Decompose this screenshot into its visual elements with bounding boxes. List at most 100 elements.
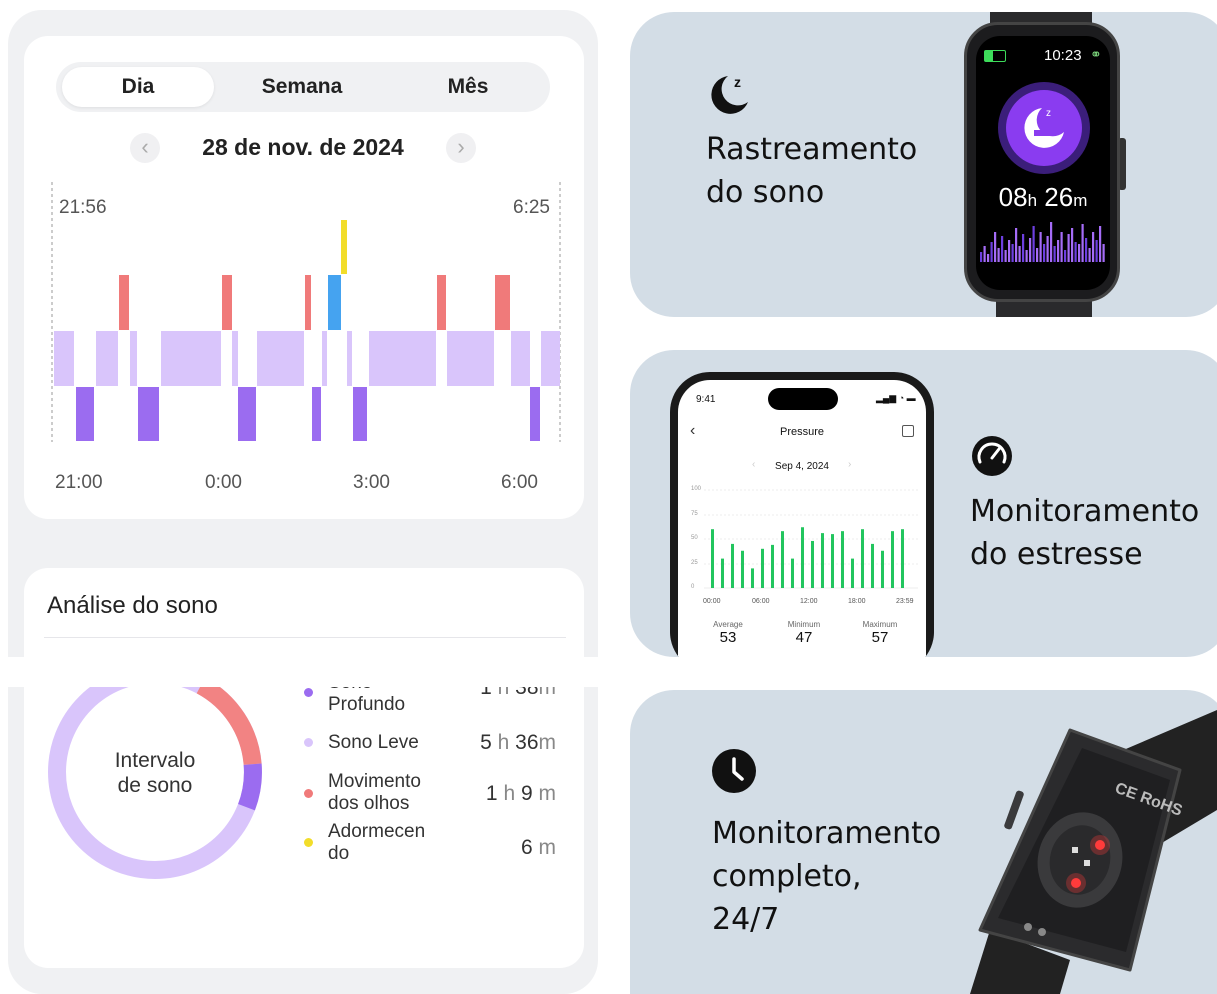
- phone-status-time: 9:41: [696, 394, 716, 405]
- deep-sleep-block: [353, 387, 367, 441]
- dynamic-island: [768, 388, 838, 410]
- light-sleep-block: [96, 331, 118, 386]
- watch-graph-bar: [1008, 240, 1011, 262]
- deep-sleep-block: [312, 387, 321, 441]
- rem-block: [495, 275, 510, 330]
- watch-graph-bar: [1102, 244, 1105, 262]
- rem-block: [222, 275, 232, 330]
- sleep-start-time: 21:56: [59, 197, 107, 218]
- light-sleep-block: [541, 331, 560, 386]
- watch-graph-bar: [1088, 248, 1091, 262]
- stage-bars: [54, 220, 560, 441]
- light-sleep-block: [447, 331, 494, 386]
- legend-label-light: Sono Leve: [328, 732, 419, 754]
- feature-title-line: Monitoramento: [970, 494, 1200, 529]
- stat-value: 47: [795, 629, 813, 646]
- feature-title-line: Monitoramento: [712, 816, 942, 851]
- light-sleep-block: [161, 331, 221, 386]
- watch-graph-bar: [1011, 244, 1014, 262]
- watch-graph-bar: [1057, 240, 1060, 262]
- light-sleep-block: [54, 331, 74, 386]
- watch-graph-bar: [1036, 248, 1039, 262]
- stat-value: 57: [871, 629, 889, 646]
- watch-graph-bar: [1018, 246, 1021, 262]
- feature-title-line: completo,: [712, 859, 862, 894]
- highlight-block: [328, 275, 341, 330]
- awake-block: [341, 220, 347, 274]
- donut-label-line: Intervalo: [114, 749, 196, 772]
- watch-graph-bar: [994, 232, 997, 262]
- watch-graph-bar: [1074, 242, 1077, 262]
- deep-sleep-block: [76, 387, 94, 441]
- pressure-bar: [881, 550, 884, 588]
- pressure-bar: [891, 531, 894, 588]
- pressure-bar: [811, 540, 814, 588]
- link-icon: ⚭: [1090, 46, 1102, 62]
- analysis-title: Análise do sono: [47, 592, 218, 619]
- feature-title-line: 24/7: [712, 902, 780, 937]
- legend-value-awake: 6 m: [440, 836, 556, 860]
- pressure-chart: [704, 489, 918, 589]
- legend-dot-rem: [304, 789, 313, 798]
- feature-title-monitoring: Monitoramento completo, 24/7: [712, 812, 941, 941]
- light-sleep-block: [322, 331, 327, 386]
- calendar-icon[interactable]: [902, 425, 914, 437]
- stat-label: Average: [713, 620, 743, 629]
- watch-graph-bar: [1004, 250, 1007, 262]
- watch-graph-bar: [1092, 232, 1095, 262]
- stat-average: Average 53: [696, 620, 760, 646]
- unit-m: m: [538, 836, 557, 859]
- watch-sleep-graph: [980, 222, 1105, 262]
- legend-label-rem: Movimento dos olhos: [328, 771, 421, 815]
- pressure-bar: [771, 544, 774, 588]
- sleep-icon-circle: z: [1006, 90, 1082, 166]
- legend-label-line: Movimento: [328, 771, 421, 792]
- duration-hours: 08: [998, 182, 1028, 212]
- watch-graph-bar: [1095, 240, 1098, 262]
- pressure-bar: [781, 531, 784, 588]
- value-minutes: 36: [515, 731, 539, 754]
- donut-center-label: Intervalo de sono: [90, 748, 220, 798]
- card-gap: [0, 657, 1217, 687]
- legend-dot-light: [304, 738, 313, 747]
- stat-maximum: Maximum 57: [848, 620, 912, 646]
- watch-graph-bar: [1046, 236, 1049, 262]
- pressure-bar: [741, 550, 744, 588]
- feature-title-stress: Monitoramento do estresse: [970, 490, 1199, 576]
- donut-label-line: de sono: [117, 774, 193, 797]
- watch-graph-bar: [1067, 234, 1070, 262]
- watch-graph-bar: [987, 254, 990, 262]
- rem-block: [305, 275, 311, 330]
- next-date-icon[interactable]: ›: [848, 459, 851, 470]
- axis-tick: 21:00: [55, 472, 103, 493]
- watch-graph-bar: [1029, 238, 1032, 262]
- moon-bed-icon: z: [1024, 108, 1064, 148]
- svg-text:z: z: [734, 74, 741, 90]
- stat-value: 53: [719, 629, 737, 646]
- watch-graph-bar: [1001, 236, 1004, 262]
- legend-label-line: do: [328, 843, 350, 864]
- watch-graph-bar: [1039, 232, 1042, 262]
- pressure-bar: [711, 529, 714, 588]
- pressure-bar: [801, 527, 804, 588]
- value-hours: 1: [485, 782, 498, 805]
- value-minutes: 6: [520, 836, 533, 859]
- watch-graph-bar: [1071, 228, 1074, 262]
- phone-date: Sep 4, 2024: [775, 461, 829, 472]
- rem-block: [119, 275, 129, 330]
- status-icons: ▂▄▆ ◔ ▬: [876, 393, 916, 403]
- sleep-duration: 08h 26m: [976, 182, 1110, 213]
- watch-graph-bar: [1032, 226, 1035, 262]
- pressure-bar: [861, 529, 864, 588]
- rem-block: [437, 275, 446, 330]
- duration-minutes: 26: [1044, 182, 1074, 212]
- legend-label-line: Sono Leve: [328, 732, 419, 753]
- pressure-bar: [791, 558, 794, 588]
- x-tick: 06:00: [752, 598, 770, 605]
- unit-h: h: [1027, 191, 1038, 210]
- light-sleep-block: [511, 331, 530, 386]
- x-tick: 12:00: [800, 598, 818, 605]
- unit-m: m: [538, 782, 557, 805]
- phone-screen: 9:41 ▂▄▆ ◔ ▬ ‹ Pressure ‹ Sep 4, 2024 › …: [678, 380, 926, 658]
- deep-sleep-block: [238, 387, 256, 441]
